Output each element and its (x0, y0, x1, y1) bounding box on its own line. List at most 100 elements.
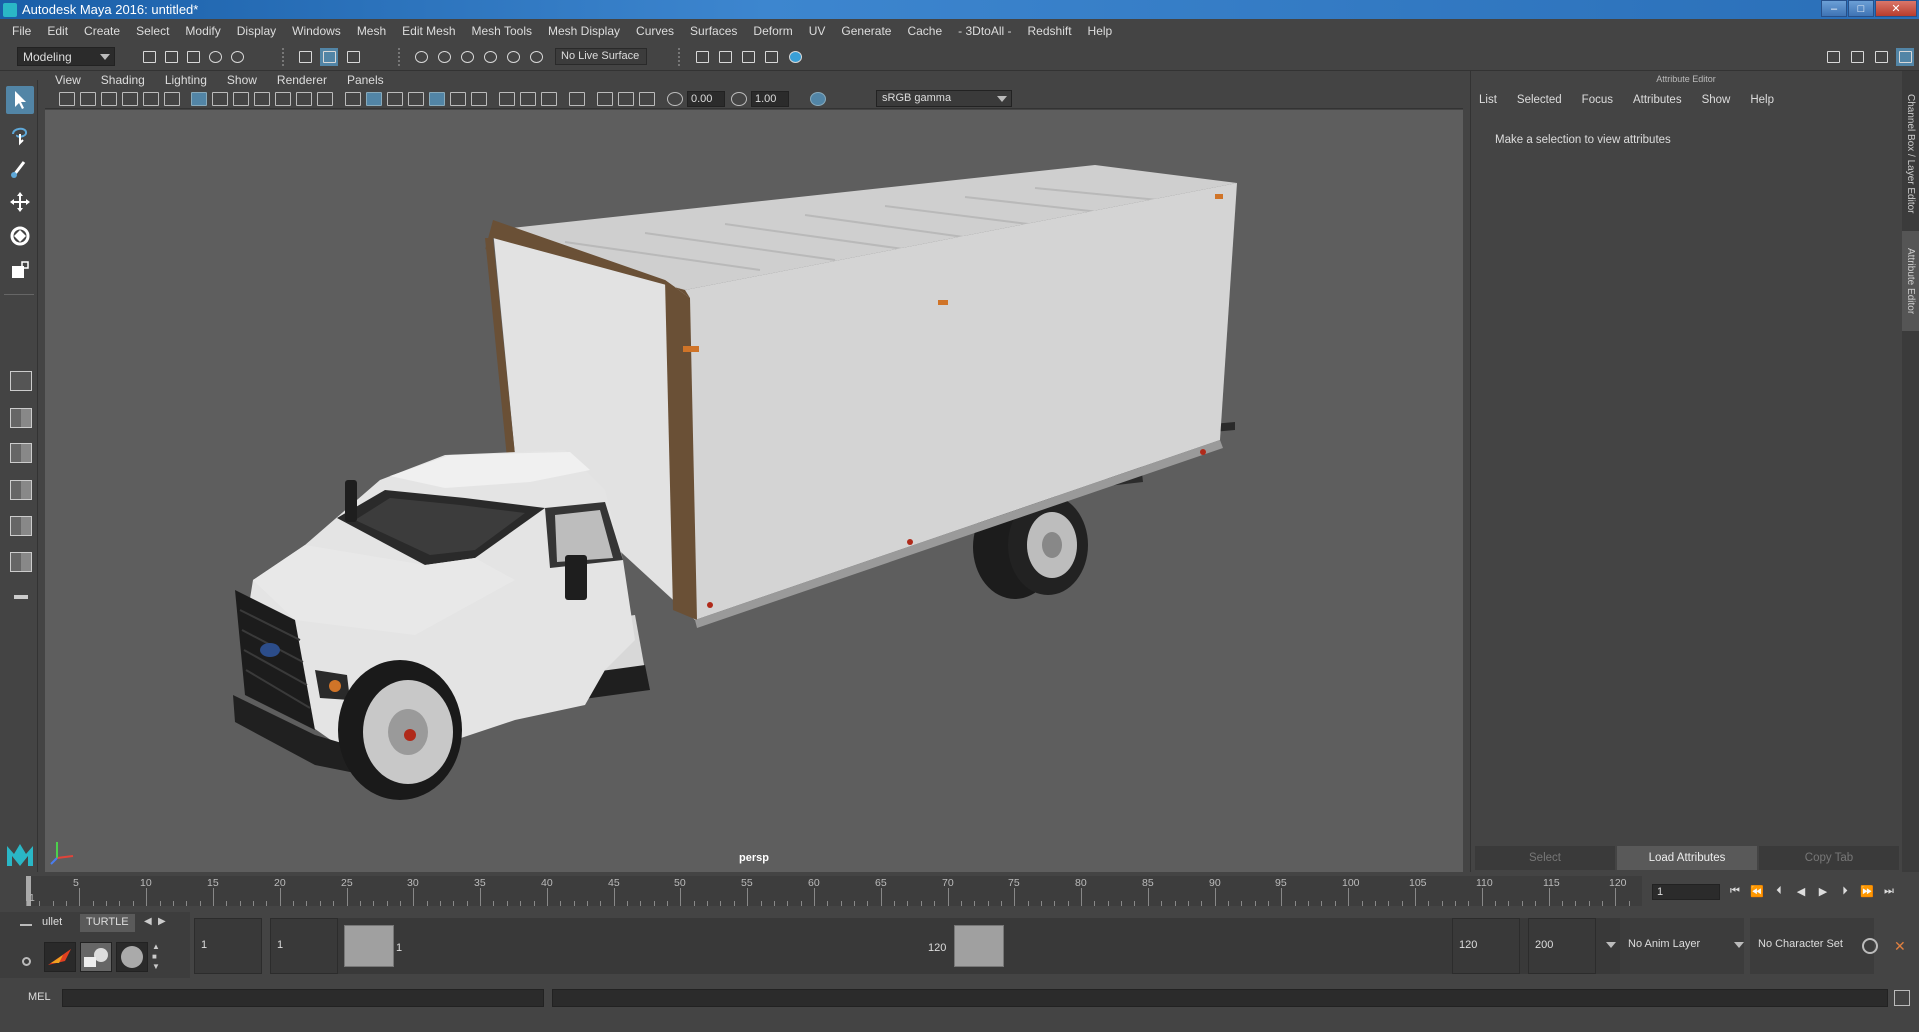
use-all-lights-icon[interactable] (429, 92, 445, 106)
viewport-menu-lighting[interactable]: Lighting (155, 73, 217, 87)
safe-title-icon[interactable] (317, 92, 333, 106)
menu-deform[interactable]: Deform (745, 24, 800, 38)
camera-attributes-icon[interactable] (59, 92, 75, 106)
render-view-icon[interactable] (762, 48, 780, 66)
shelf-menu-icon[interactable] (20, 924, 32, 926)
shelf-tab-turtle[interactable]: TURTLE (80, 914, 135, 932)
command-input[interactable] (62, 989, 544, 1007)
last-tool-icon[interactable] (7, 368, 35, 394)
modeling-toolkit-icon[interactable] (1824, 48, 1842, 66)
turtle-sphere-icon[interactable] (116, 942, 148, 972)
attr-menu-focus[interactable]: Focus (1582, 94, 1613, 106)
animation-start-field[interactable]: 1 (194, 918, 262, 974)
char-set-chevron-down-icon[interactable] (1734, 942, 1744, 948)
menu-mesh-display[interactable]: Mesh Display (540, 24, 628, 38)
ipr-render-icon[interactable] (739, 48, 757, 66)
move-tool-icon[interactable] (6, 188, 34, 216)
snap-live-icon[interactable] (527, 48, 545, 66)
smooth-shade-icon[interactable] (366, 92, 382, 106)
attr-menu-list[interactable]: List (1479, 94, 1497, 106)
shelf-tab-bullet[interactable]: ullet (36, 914, 68, 932)
gate-mask-icon[interactable] (254, 92, 270, 106)
shelf-settings-icon[interactable] (22, 957, 31, 966)
menu-display[interactable]: Display (229, 24, 284, 38)
menu-set-dropdown[interactable]: Modeling (17, 47, 115, 66)
live-surface-field[interactable]: No Live Surface (555, 48, 647, 65)
menu-modify[interactable]: Modify (177, 24, 228, 38)
viewport-3d[interactable]: persp (45, 110, 1463, 872)
viewport-menu-panels[interactable]: Panels (337, 73, 394, 87)
anim-layer-chevron-down-icon[interactable] (1606, 942, 1616, 948)
layout-persp-outliner-icon[interactable] (7, 440, 35, 466)
range-start-handle[interactable] (344, 925, 394, 967)
menu-create[interactable]: Create (76, 24, 128, 38)
attr-menu-attributes[interactable]: Attributes (1633, 94, 1682, 106)
hypershade-icon[interactable] (786, 48, 804, 66)
paint-select-tool-icon[interactable] (6, 154, 34, 182)
two-d-pan-icon[interactable] (143, 92, 159, 106)
wireframe-on-shaded-icon[interactable] (387, 92, 403, 106)
time-ruler[interactable]: 1 5 10 15 20 25 30 35 40 45 50 55 60 65 70 75 80 85 90 95 1… (26, 876, 1642, 906)
menu-select[interactable]: Select (128, 24, 177, 38)
menu-windows[interactable]: Windows (284, 24, 349, 38)
playback-start-field[interactable]: 1 (270, 918, 338, 974)
field-chart-icon[interactable] (275, 92, 291, 106)
menu-3dtoall[interactable]: - 3DtoAll - (950, 24, 1019, 38)
auto-key-icon[interactable] (1862, 938, 1878, 954)
safe-action-icon[interactable] (296, 92, 312, 106)
shadows-icon[interactable] (450, 92, 466, 106)
xray-icon[interactable] (597, 92, 613, 106)
copy-tab-button[interactable]: Copy Tab (1759, 846, 1899, 870)
turtle-bake-icon[interactable] (80, 942, 112, 972)
menu-surfaces[interactable]: Surfaces (682, 24, 745, 38)
color-management-icon[interactable] (810, 92, 826, 106)
play-backwards-icon[interactable]: ◀ (1794, 884, 1808, 898)
shelf-scroll-icon[interactable]: ▲ ■ ▼ (152, 942, 162, 972)
menu-generate[interactable]: Generate (833, 24, 899, 38)
range-bar[interactable]: 1 120 (338, 918, 1628, 974)
shelf-scroll-left-icon[interactable]: ◀ (144, 916, 152, 927)
bookmark-icon[interactable] (101, 92, 117, 106)
menu-edit[interactable]: Edit (39, 24, 76, 38)
anim-layer-dropdown[interactable]: No Anim Layer (1620, 918, 1744, 974)
textured-icon[interactable] (408, 92, 424, 106)
animation-end-field[interactable]: 200 (1528, 918, 1596, 974)
layout-hypershade-icon[interactable] (7, 549, 35, 575)
isolate-select-icon[interactable] (569, 92, 585, 106)
select-tool-icon[interactable] (6, 86, 34, 114)
playback-end-field[interactable]: 120 (1452, 918, 1520, 974)
select-by-hierarchy-icon[interactable] (296, 48, 314, 66)
viewport-menu-show[interactable]: Show (217, 73, 267, 87)
play-forwards-icon[interactable]: ▶ (1816, 884, 1830, 898)
motion-blur-icon[interactable] (499, 92, 515, 106)
animation-preferences-icon[interactable]: ✕ (1894, 938, 1910, 954)
gamma-field[interactable]: 1.00 (751, 91, 789, 107)
grease-pencil-icon[interactable] (164, 92, 180, 106)
step-back-frame-icon[interactable]: ⏴ (1772, 884, 1786, 898)
go-to-start-icon[interactable]: ⏮ (1728, 884, 1742, 898)
redo-icon[interactable] (228, 48, 246, 66)
snap-curve-icon[interactable] (435, 48, 453, 66)
viewport-menu-renderer[interactable]: Renderer (267, 73, 337, 87)
film-gate-icon[interactable] (212, 92, 228, 106)
snap-surface-icon[interactable] (504, 48, 522, 66)
gamma-icon[interactable] (731, 92, 747, 106)
menu-mesh-tools[interactable]: Mesh Tools (464, 24, 540, 38)
ambient-occlusion-icon[interactable] (471, 92, 487, 106)
load-attributes-button[interactable]: Load Attributes (1617, 846, 1757, 870)
color-space-dropdown[interactable]: sRGB gamma (876, 90, 1012, 107)
turtle-render-icon[interactable] (44, 942, 76, 972)
minimize-button[interactable]: – (1821, 0, 1847, 17)
open-scene-icon[interactable] (162, 48, 180, 66)
menu-edit-mesh[interactable]: Edit Mesh (394, 24, 463, 38)
image-plane-icon[interactable] (122, 92, 138, 106)
menu-file[interactable]: File (4, 24, 39, 38)
snap-point-icon[interactable] (458, 48, 476, 66)
wireframe-icon[interactable] (345, 92, 361, 106)
viewport-menu-view[interactable]: View (45, 73, 91, 87)
attr-menu-selected[interactable]: Selected (1517, 94, 1562, 106)
scale-tool-icon[interactable] (6, 256, 34, 284)
depth-of-field-icon[interactable] (541, 92, 557, 106)
character-set-dropdown[interactable]: No Character Set (1750, 918, 1874, 974)
multisample-aa-icon[interactable] (520, 92, 536, 106)
